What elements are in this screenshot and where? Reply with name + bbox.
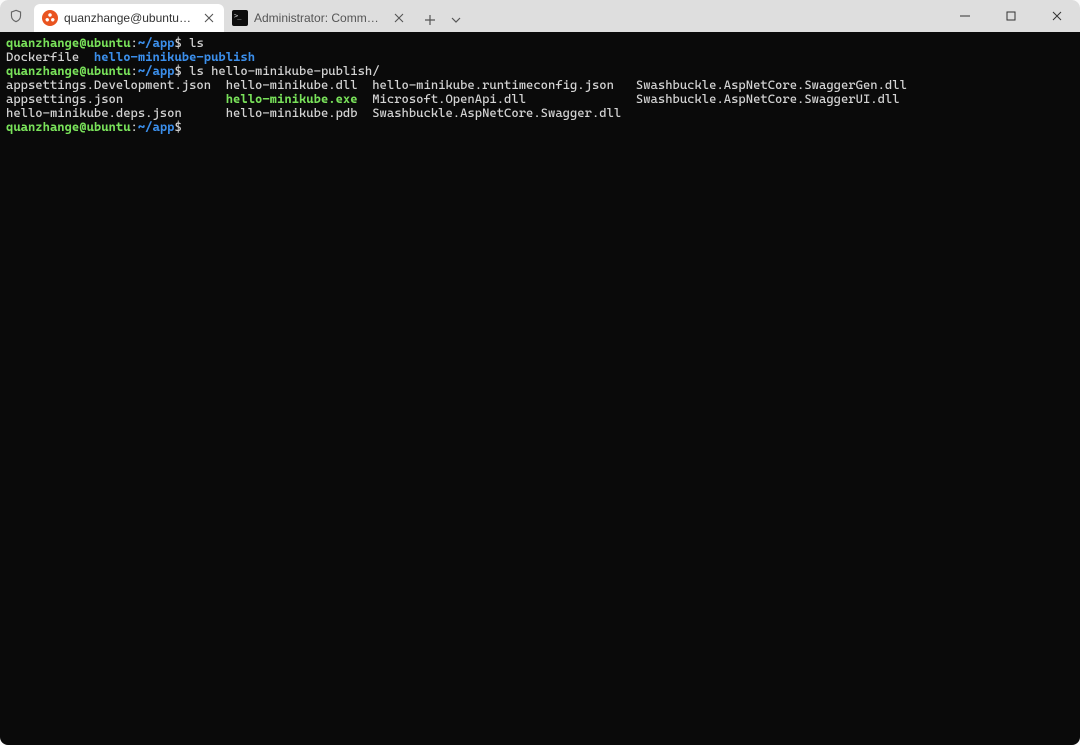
new-tab-button[interactable] <box>418 8 442 32</box>
window-controls <box>942 0 1080 32</box>
minimize-button[interactable] <box>942 0 988 32</box>
tabs-strip: quanzhange@ubuntu: ~/app Administrator: … <box>30 0 942 32</box>
terminal-viewport[interactable]: quanzhange@ubuntu:~/app$ lsDockerfile he… <box>0 32 1080 745</box>
tab-title: Administrator: Command Prom <box>254 11 384 25</box>
tab-close-button[interactable] <box>202 11 216 25</box>
maximize-button[interactable] <box>988 0 1034 32</box>
close-window-button[interactable] <box>1034 0 1080 32</box>
tab-ubuntu[interactable]: quanzhange@ubuntu: ~/app <box>34 4 224 32</box>
tab-cmd[interactable]: Administrator: Command Prom <box>224 4 414 32</box>
ubuntu-icon <box>42 10 58 26</box>
title-bar: quanzhange@ubuntu: ~/app Administrator: … <box>0 0 1080 32</box>
tab-close-button[interactable] <box>392 11 406 25</box>
shield-icon <box>8 8 24 24</box>
tab-dropdown-button[interactable] <box>444 8 468 32</box>
cmd-icon <box>232 10 248 26</box>
tab-title: quanzhange@ubuntu: ~/app <box>64 11 194 25</box>
